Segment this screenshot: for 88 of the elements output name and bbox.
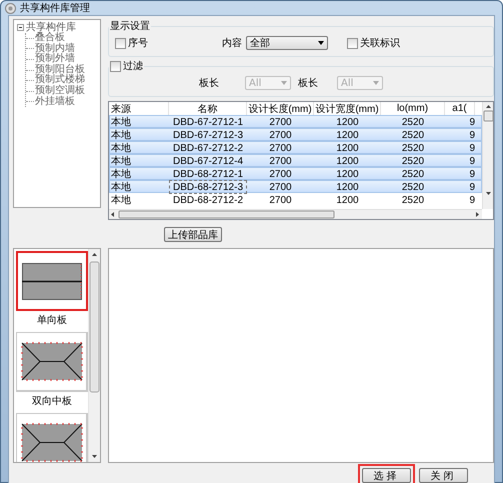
table-cell-text: 2520 xyxy=(400,154,426,168)
table-cell-text: 9 xyxy=(468,180,475,194)
table-row[interactable]: 本地 DBD-67-2712-3 2700 1200 2520 9 xyxy=(109,128,482,141)
table-cell-text: 本地 xyxy=(110,154,132,168)
table-cell-text: 1200 xyxy=(335,142,360,155)
table-cell-text: 1200 xyxy=(335,180,360,194)
table-cell-text: 2520 xyxy=(400,128,426,142)
table-cell-text: 2520 xyxy=(400,116,426,129)
tree-item[interactable]: 外挂墙板 xyxy=(35,96,75,108)
dropdown-arrow-icon xyxy=(373,81,379,85)
table-cell-text: 9 xyxy=(468,154,475,168)
column-header[interactable]: 设计长度(mm) xyxy=(247,102,314,115)
table-cell-text: 2700 xyxy=(268,128,293,142)
dialog-button[interactable]: 关闭 xyxy=(419,468,468,483)
dropdown-arrow-icon xyxy=(281,81,287,85)
table-cell-text: 9 xyxy=(468,168,475,181)
table-cell-text: DBD-67-2712-1 xyxy=(172,116,244,129)
table-cell-text: 1200 xyxy=(335,154,360,168)
thumbnail-caption: 双向中板 xyxy=(32,394,72,408)
checkbox[interactable] xyxy=(347,38,358,48)
table-cell-text: 2700 xyxy=(268,116,293,129)
table-cell: DBD-68-2712-3 xyxy=(169,180,247,194)
table-cell-text: 本地 xyxy=(110,128,132,142)
two-way-slab-drawing xyxy=(20,342,82,381)
column-header[interactable]: 设计宽度(mm) xyxy=(314,102,381,115)
table-cell-text: 2520 xyxy=(400,142,426,155)
window-title: 共享构件库管理 xyxy=(20,2,90,15)
table-row[interactable]: 本地 DBD-68-2712-1 2700 1200 2520 9 xyxy=(109,167,482,180)
table-cell-text: 2520 xyxy=(400,168,426,181)
content-label: 内容 xyxy=(222,36,243,50)
field-label: 板长 xyxy=(199,76,220,90)
tree-item[interactable]: 预制空调板 xyxy=(35,86,85,97)
field-label: 板长 xyxy=(298,76,319,90)
vertical-scrollbar[interactable] xyxy=(482,102,493,209)
app-icon xyxy=(5,2,16,14)
table-cell-text: 2700 xyxy=(268,180,293,194)
tree-item[interactable]: 共享构件库 xyxy=(26,22,76,33)
group-title: 显示设置 xyxy=(109,20,151,33)
tree-item[interactable]: 预制外墙 xyxy=(35,54,75,65)
table-cell-text: 本地 xyxy=(110,142,132,155)
thumbnail-caption: 单向板 xyxy=(37,314,67,327)
column-header[interactable]: 来源 xyxy=(109,102,169,115)
dropdown[interactable]: 全部 xyxy=(246,36,328,50)
table-cell-text: 1200 xyxy=(335,168,360,181)
vertical-scrollbar[interactable] xyxy=(88,249,100,462)
table-cell-text: 9 xyxy=(468,116,475,129)
checkbox-label: 序号 xyxy=(128,36,148,50)
table-cell-text: DBD-67-2712-4 xyxy=(172,154,244,168)
one-way-slab-drawing xyxy=(22,262,82,300)
table-cell-text: 2700 xyxy=(268,168,293,181)
checkbox[interactable] xyxy=(115,38,126,48)
table-row[interactable]: 本地 DBD-68-2712-3 2700 1200 2520 9 xyxy=(109,180,482,193)
table-cell-text: DBD-67-2712-3 xyxy=(172,128,244,142)
checkbox[interactable] xyxy=(110,60,121,72)
table-cell-text: 本地 xyxy=(110,194,132,207)
table-cell-text: 2520 xyxy=(400,194,426,207)
table-cell-text: 本地 xyxy=(110,180,132,194)
table-cell-text: 本地 xyxy=(110,116,132,129)
table-cell-text: 2700 xyxy=(268,194,293,207)
table-cell-text: 1200 xyxy=(335,128,360,142)
table-cell-text: 2700 xyxy=(268,154,293,168)
collapse-icon[interactable] xyxy=(17,24,24,31)
upload-button[interactable]: 上传部品库 xyxy=(164,227,222,242)
table-cell-text: DBD-67-2712-2 xyxy=(172,142,244,155)
table-cell-text: 9 xyxy=(468,194,475,207)
table-cell-text: 9 xyxy=(468,128,475,142)
dialog-button[interactable]: 选择 xyxy=(362,468,411,483)
tree-item[interactable]: 叠合板 xyxy=(35,33,65,44)
table-row[interactable]: 本地 DBD-68-2712-2 2700 1200 2520 9 xyxy=(109,193,482,206)
table-cell-text: 2520 xyxy=(400,180,426,194)
checkbox-label: 关联标识 xyxy=(360,36,400,50)
tree-item[interactable]: 预制式楼梯 xyxy=(35,75,85,86)
table-cell-text: 1200 xyxy=(335,116,360,129)
thumbnail[interactable] xyxy=(16,413,88,462)
horizontal-scrollbar[interactable] xyxy=(109,209,482,219)
table-cell-text: 1200 xyxy=(335,194,360,207)
checkbox-label: 过滤 xyxy=(123,60,143,73)
table-row[interactable]: 本地 DBD-67-2712-1 2700 1200 2520 9 xyxy=(109,115,482,128)
dropdown-arrow-icon xyxy=(318,41,324,45)
table-cell-text: 本地 xyxy=(110,168,132,181)
table-cell-text: DBD-68-2712-1 xyxy=(172,168,244,181)
table-row[interactable]: 本地 DBD-67-2712-4 2700 1200 2520 9 xyxy=(109,154,482,167)
table-cell-text: 2700 xyxy=(268,142,293,155)
table-row[interactable]: 本地 DBD-67-2712-2 2700 1200 2520 9 xyxy=(109,141,482,154)
table-cell-text: DBD-68-2712-2 xyxy=(172,194,244,207)
thumbnail[interactable] xyxy=(16,332,88,392)
thumbnail[interactable] xyxy=(16,251,88,311)
table-cell-text: 9 xyxy=(468,142,475,155)
